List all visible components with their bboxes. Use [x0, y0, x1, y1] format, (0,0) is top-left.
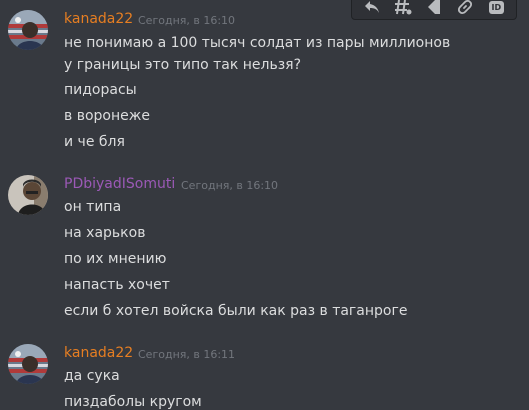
message-text: не понимаю а 100 тысяч солдат из пары ми…: [64, 35, 451, 73]
message-text: если б хотел войска были как раз в таган…: [64, 303, 408, 319]
mark-unread-icon[interactable]: [423, 0, 445, 17]
copy-id-label: ID: [488, 0, 505, 14]
message-text: пиздаболы кругом: [64, 394, 202, 410]
thread-icon[interactable]: [392, 0, 414, 17]
message-timestamp: Сегодня, в 16:10: [138, 14, 236, 27]
message-timestamp: Сегодня, в 16:10: [181, 179, 279, 192]
message-text: по их мнению: [64, 251, 167, 267]
message-author[interactable]: kanada22: [64, 11, 133, 27]
message-text: он типа: [64, 199, 122, 215]
avatar-kanada22[interactable]: [8, 344, 48, 384]
message-hover-toolbar: ID: [351, 0, 517, 20]
chat-messages: ID kanada22 Сегодня, в 16:10 не понимаю …: [0, 0, 529, 410]
message-text: пидорасы: [64, 82, 137, 98]
message-timestamp: Сегодня, в 16:11: [138, 348, 236, 361]
message-text: и че бля: [64, 134, 125, 150]
copy-id-icon[interactable]: ID: [485, 0, 507, 17]
message-author[interactable]: PDbiyadISomuti: [64, 176, 175, 192]
avatar-kanada22[interactable]: [8, 10, 48, 50]
avatar-pdbiyadisomuti[interactable]: [8, 175, 48, 215]
message-text: напасть хочет: [64, 277, 170, 293]
message-text: в воронеже: [64, 108, 150, 124]
message-author[interactable]: kanada22: [64, 345, 133, 361]
reply-icon[interactable]: [361, 0, 383, 17]
message-text: на харьков: [64, 225, 146, 241]
copy-link-icon[interactable]: [454, 0, 476, 17]
message-text: да сука: [64, 368, 120, 384]
